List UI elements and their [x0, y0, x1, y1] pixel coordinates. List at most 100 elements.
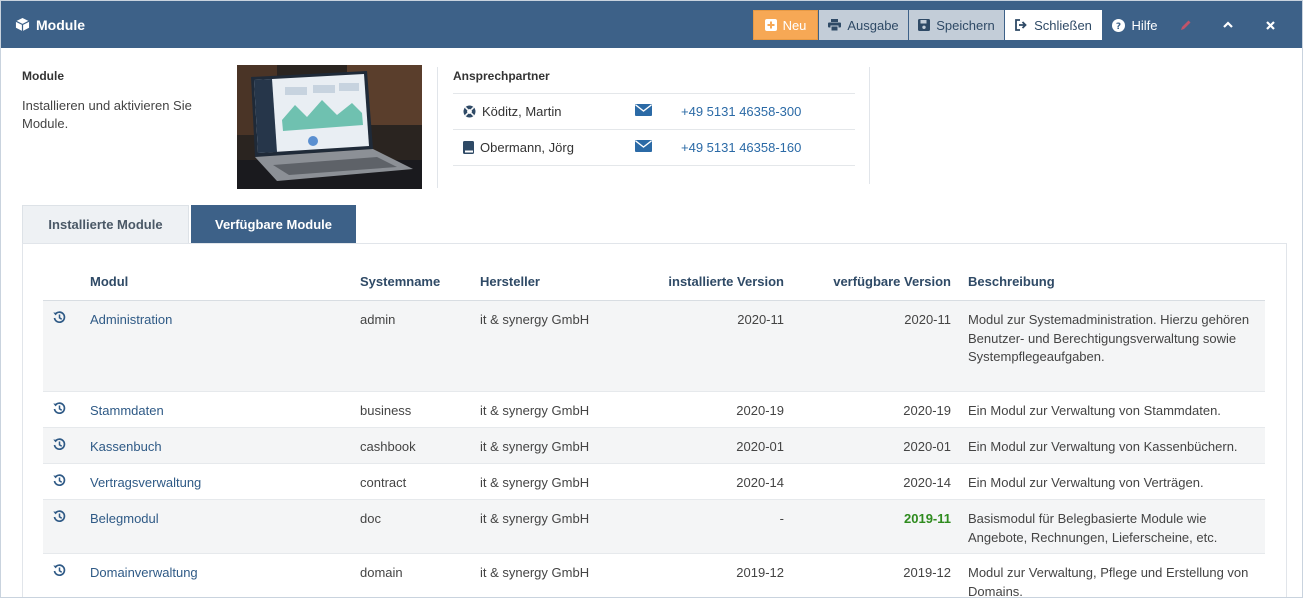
available-version: 2020-19 — [903, 403, 951, 418]
system-name: contract — [360, 475, 407, 490]
contact-row: Köditz, Martin +49 5131 46358-300 — [453, 93, 855, 129]
manufacturer: it & synergy GmbH — [480, 475, 590, 490]
pencil-icon — [1180, 20, 1190, 30]
contact-name: Obermann, Jörg — [463, 140, 574, 155]
close-window-button[interactable] — [1258, 10, 1288, 40]
tab-available-modules[interactable]: Verfügbare Module — [191, 205, 356, 243]
system-name: doc — [360, 511, 381, 526]
save-button-label: Speichern — [936, 17, 995, 33]
available-version-update: 2019-11 — [904, 511, 951, 526]
history-button[interactable] — [53, 564, 66, 583]
module-name[interactable]: Belegmodul — [90, 510, 159, 529]
history-button[interactable] — [53, 438, 66, 457]
installed-version: 2020-14 — [736, 475, 784, 490]
table-row: Domainverwaltung domain it & synergy Gmb… — [43, 554, 1265, 598]
history-button[interactable] — [53, 510, 66, 529]
manufacturer: it & synergy GmbH — [480, 439, 590, 454]
system-name: domain — [360, 565, 403, 580]
window-title-text: Module — [36, 16, 85, 33]
tab-installed-modules[interactable]: Installierte Module — [22, 205, 189, 243]
module-name[interactable]: Kassenbuch — [90, 438, 162, 457]
edit-button[interactable] — [1173, 10, 1203, 40]
header-systemname[interactable]: Systemname — [360, 274, 440, 289]
installed-version: 2020-01 — [736, 439, 784, 454]
history-icon — [53, 438, 66, 450]
history-icon — [53, 510, 66, 522]
help-button[interactable]: ? Hilfe — [1105, 10, 1165, 40]
close-view-button[interactable]: Schließen — [1005, 10, 1102, 40]
description: Ein Modul zur Verwaltung von Stammdaten. — [968, 403, 1221, 418]
laptop-photo — [237, 65, 422, 189]
history-button[interactable] — [53, 402, 66, 421]
installed-version: 2019-12 — [736, 565, 784, 580]
contact-name-text: Obermann, Jörg — [480, 140, 574, 155]
header-hersteller[interactable]: Hersteller — [480, 274, 540, 289]
header-available-version[interactable]: verfügbare Version — [833, 274, 951, 289]
header-beschreibung[interactable]: Beschreibung — [968, 274, 1055, 289]
save-button[interactable]: Speichern — [909, 10, 1004, 40]
email-button[interactable] — [635, 104, 652, 119]
phone-link[interactable]: +49 5131 46358-160 — [681, 140, 801, 155]
contact-row: Obermann, Jörg +49 5131 46358-160 — [453, 129, 855, 166]
description: Modul zur Verwaltung, Pflege und Erstell… — [968, 565, 1249, 598]
cube-icon — [15, 17, 30, 32]
envelope-icon — [635, 104, 652, 116]
contact-name-text: Köditz, Martin — [482, 104, 562, 119]
help-button-label: Hilfe — [1131, 17, 1158, 33]
module-name[interactable]: Administration — [90, 311, 172, 330]
history-icon — [53, 474, 66, 486]
history-button[interactable] — [53, 311, 66, 330]
manufacturer: it & synergy GmbH — [480, 403, 590, 418]
history-icon — [53, 564, 66, 576]
info-title: Module — [22, 69, 64, 83]
output-button[interactable]: Ausgabe — [819, 10, 908, 40]
description: Ein Modul zur Verwaltung von Verträgen. — [968, 475, 1204, 490]
system-name: business — [360, 403, 412, 418]
installed-version: 2020-11 — [737, 312, 784, 327]
svg-text:?: ? — [1116, 22, 1121, 32]
description: Ein Modul zur Verwaltung von Kassenbüche… — [968, 439, 1238, 454]
new-button-label: Neu — [782, 17, 807, 33]
lifebuoy-icon — [463, 105, 476, 118]
available-version: 2020-11 — [904, 312, 951, 327]
collapse-button[interactable] — [1216, 10, 1246, 40]
question-circle-icon: ? — [1112, 18, 1126, 32]
description: Basismodul für Belegbasierte Module wie … — [968, 511, 1218, 545]
chevron-up-icon — [1223, 21, 1233, 28]
history-button[interactable] — [53, 474, 66, 493]
module-name[interactable]: Stammdaten — [90, 402, 164, 421]
table-row: Belegmodul doc it & synergy GmbH - 2019-… — [43, 500, 1265, 554]
module-window: Module Neu Ausgabe Speichern Schließen ?… — [0, 0, 1303, 598]
window-title: Module — [15, 1, 85, 48]
modules-table: Modul Systemname Hersteller installierte… — [43, 264, 1265, 598]
module-name[interactable]: Vertragsverwaltung — [90, 474, 201, 493]
printer-icon — [828, 19, 842, 31]
available-version: 2020-14 — [903, 475, 951, 490]
phone-link[interactable]: +49 5131 46358-300 — [681, 104, 801, 119]
book-icon — [463, 141, 474, 154]
table-header: Modul Systemname Hersteller installierte… — [43, 264, 1265, 301]
email-button[interactable] — [635, 140, 652, 155]
header-modul[interactable]: Modul — [90, 274, 128, 289]
close-view-button-label: Schließen — [1034, 17, 1092, 33]
contacts-panel: Ansprechpartner Köditz, Martin +49 5131 … — [453, 69, 855, 166]
table-row: Vertragsverwaltung contract it & synergy… — [43, 464, 1265, 500]
installed-version: - — [779, 511, 784, 526]
manufacturer: it & synergy GmbH — [480, 565, 590, 580]
table-row: Administration admin it & synergy GmbH 2… — [43, 301, 1265, 392]
history-icon — [53, 402, 66, 414]
header-installed-version[interactable]: installierte Version — [668, 274, 784, 289]
info-description: Installieren und aktivieren Sie Module. — [22, 98, 192, 131]
new-button[interactable]: Neu — [753, 10, 818, 40]
tab-panel: Modul Systemname Hersteller installierte… — [22, 243, 1287, 598]
manufacturer: it & synergy GmbH — [480, 511, 590, 526]
available-version: 2019-12 — [903, 565, 951, 580]
module-name[interactable]: Domainverwaltung — [90, 564, 198, 583]
title-bar: Module Neu Ausgabe Speichern Schließen ?… — [1, 1, 1302, 48]
separator — [869, 67, 870, 184]
laptop-illustration — [237, 65, 422, 189]
system-name: admin — [360, 312, 396, 327]
description: Modul zur Systemadministration. Hierzu g… — [968, 312, 1250, 364]
installed-version: 2020-19 — [736, 403, 784, 418]
floppy-disk-icon — [918, 19, 931, 31]
